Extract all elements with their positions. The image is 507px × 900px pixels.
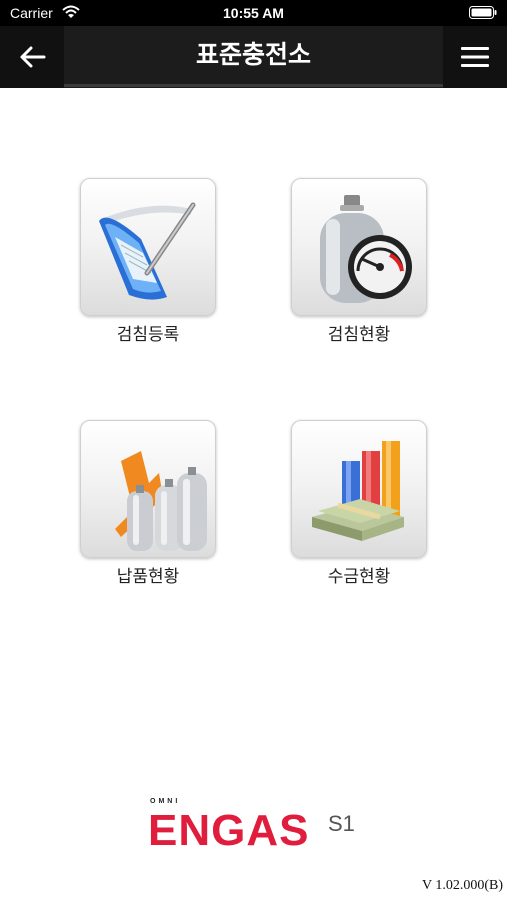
battery-icon <box>469 6 497 19</box>
hamburger-menu-icon <box>461 47 489 67</box>
money-bar-chart-icon <box>312 441 404 541</box>
back-button[interactable] <box>0 26 64 88</box>
page-title: 표준충전소 <box>195 40 311 69</box>
handheld-terminal-icon <box>99 202 196 300</box>
collection-status-button[interactable] <box>291 420 427 558</box>
tile-label: 납품현황 <box>116 567 180 587</box>
nav-bar: 표준충전소 <box>0 26 507 88</box>
title-divider <box>64 84 443 87</box>
tile-label: 수금현황 <box>327 567 391 587</box>
arrow-left-icon <box>20 46 46 68</box>
svg-text:S1: S1 <box>328 811 355 836</box>
tile-label: 검침등록 <box>116 325 180 345</box>
svg-text:OMNI: OMNI <box>150 798 180 805</box>
delivery-status-button[interactable] <box>80 420 216 558</box>
gas-cylinder-gauge-icon <box>320 195 412 303</box>
version-label: V 1.02.000(B) <box>421 878 503 893</box>
menu-tile-meter-status[interactable]: 검침현황 <box>291 178 427 345</box>
delivery-cylinders-chart-icon <box>115 451 207 551</box>
menu-tile-delivery-status[interactable]: 납품현황 <box>80 420 216 587</box>
meter-status-button[interactable] <box>291 178 427 316</box>
menu-tile-meter-registration[interactable]: 검침등록 <box>80 178 216 345</box>
status-bar: Carrier 10:55 AM <box>0 0 507 26</box>
tile-label: 검침현황 <box>327 325 391 345</box>
meter-registration-button[interactable] <box>80 178 216 316</box>
engas-logo: OMNI ENGAS S1 <box>148 795 360 855</box>
menu-tile-collection-status[interactable]: 수금현황 <box>291 420 427 587</box>
svg-text:ENGAS: ENGAS <box>148 806 309 855</box>
status-time: 10:55 AM <box>223 5 284 21</box>
menu-button[interactable] <box>443 26 507 88</box>
